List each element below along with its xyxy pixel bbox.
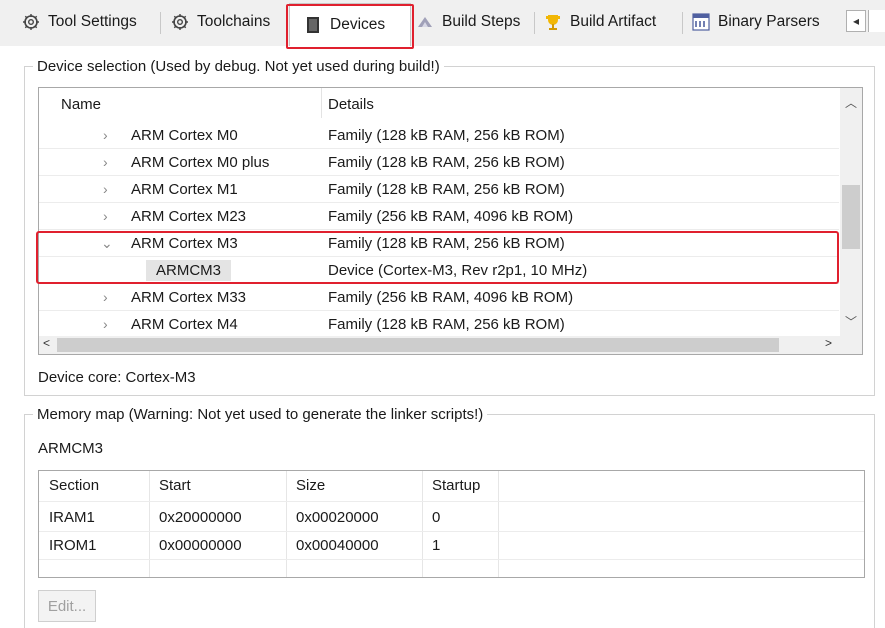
row-details: Family (256 kB RAM, 4096 kB ROM) bbox=[328, 207, 574, 225]
device-tree[interactable]: Name Details › ARM Cortex M0 Family (128… bbox=[38, 87, 863, 355]
column-header-size[interactable]: Size bbox=[296, 477, 325, 494]
tab-bar: Tool Settings Toolchains Devices Build S… bbox=[0, 0, 885, 49]
column-divider bbox=[286, 471, 287, 577]
tab-scroll-left-button[interactable]: ◂ bbox=[846, 10, 866, 32]
tab-build-artifact[interactable]: Build Artifact bbox=[536, 5, 656, 39]
scrollbar-thumb[interactable] bbox=[842, 185, 860, 249]
row-details: Family (128 kB RAM, 256 kB ROM) bbox=[328, 126, 565, 144]
tree-row[interactable]: › ARM Cortex M0 Family (128 kB RAM, 256 … bbox=[39, 122, 839, 149]
column-header-section[interactable]: Section bbox=[49, 477, 99, 494]
scroll-left-icon[interactable]: < bbox=[43, 336, 50, 350]
horizontal-scrollbar[interactable]: < > bbox=[39, 336, 862, 354]
table-cell[interactable]: 0x20000000 bbox=[159, 509, 242, 526]
trophy-icon bbox=[546, 15, 560, 30]
row-name: ARM Cortex M0 plus bbox=[131, 153, 270, 171]
table-cell[interactable]: 0x00040000 bbox=[296, 537, 379, 554]
scroll-up-icon[interactable]: ︿ bbox=[845, 94, 857, 111]
scroll-right-icon[interactable]: > bbox=[825, 336, 832, 350]
tab-divider bbox=[534, 12, 535, 34]
tab-label: Build Artifact bbox=[570, 13, 657, 30]
row-name: ARM Cortex M0 bbox=[131, 126, 238, 144]
tree-row[interactable]: › ARM Cortex M0 plus Family (128 kB RAM,… bbox=[39, 149, 839, 176]
row-details: Family (128 kB RAM, 256 kB ROM) bbox=[328, 153, 565, 171]
chevron-right-icon[interactable]: › bbox=[103, 208, 115, 224]
column-divider bbox=[422, 471, 423, 577]
column-divider bbox=[149, 471, 150, 577]
chevron-right-icon[interactable]: › bbox=[103, 289, 115, 305]
gear-icon bbox=[23, 14, 39, 30]
tree-row[interactable]: › ARM Cortex M1 Family (128 kB RAM, 256 … bbox=[39, 176, 839, 203]
scrollbar-thumb[interactable] bbox=[57, 338, 779, 352]
tab-build-steps[interactable]: Build Steps bbox=[408, 5, 520, 39]
tab-scroll-right-button[interactable] bbox=[868, 10, 885, 32]
row-highlight-box bbox=[36, 231, 839, 284]
device-core-label: Device core: Cortex-M3 bbox=[38, 369, 196, 386]
tree-header: Name Details bbox=[39, 88, 839, 120]
chevron-right-icon[interactable]: › bbox=[103, 181, 115, 197]
table-cell[interactable]: IRAM1 bbox=[49, 509, 95, 526]
tree-row[interactable]: › ARM Cortex M23 Family (256 kB RAM, 409… bbox=[39, 203, 839, 230]
tab-divider bbox=[160, 12, 161, 34]
column-divider bbox=[498, 471, 499, 577]
chevron-right-icon[interactable]: › bbox=[103, 154, 115, 170]
column-header-start[interactable]: Start bbox=[159, 477, 191, 494]
column-header-startup[interactable]: Startup bbox=[432, 477, 480, 494]
tab-tool-settings[interactable]: Tool Settings bbox=[14, 5, 137, 39]
tree-row[interactable]: › ARM Cortex M4 Family (128 kB RAM, 256 … bbox=[39, 311, 839, 338]
column-header-name[interactable]: Name bbox=[61, 96, 101, 113]
tab-label: Build Steps bbox=[442, 13, 521, 30]
memory-map-table[interactable]: Section Start Size Startup IRAM1 0x20000… bbox=[38, 470, 865, 578]
tab-toolchains[interactable]: Toolchains bbox=[163, 5, 270, 39]
build-steps-icon bbox=[418, 17, 432, 27]
edit-button[interactable]: Edit... bbox=[38, 590, 96, 622]
table-cell[interactable]: IROM1 bbox=[49, 537, 97, 554]
row-details: Family (128 kB RAM, 256 kB ROM) bbox=[328, 180, 565, 198]
chevron-right-icon[interactable]: › bbox=[103, 127, 115, 143]
gear-icon bbox=[172, 14, 188, 30]
tab-binary-parsers[interactable]: Binary Parsers bbox=[684, 5, 820, 39]
row-name: ARM Cortex M23 bbox=[131, 207, 247, 225]
row-name: ARM Cortex M1 bbox=[131, 180, 238, 198]
row-divider bbox=[39, 501, 864, 502]
row-divider bbox=[39, 531, 864, 532]
column-header-details[interactable]: Details bbox=[328, 96, 374, 113]
table-cell[interactable]: 0x00020000 bbox=[296, 509, 379, 526]
tab-label: Tool Settings bbox=[48, 13, 137, 30]
column-divider[interactable] bbox=[321, 88, 322, 118]
tab-label: Binary Parsers bbox=[718, 13, 820, 30]
vertical-scrollbar[interactable]: ︿ ﹀ bbox=[840, 88, 862, 336]
table-cell[interactable]: 0x00000000 bbox=[159, 537, 242, 554]
row-details: Family (128 kB RAM, 256 kB ROM) bbox=[328, 315, 565, 333]
tab-highlight-box bbox=[286, 4, 414, 49]
tree-row[interactable]: › ARM Cortex M33 Family (256 kB RAM, 409… bbox=[39, 284, 839, 311]
tab-divider bbox=[682, 12, 683, 34]
scroll-down-icon[interactable]: ﹀ bbox=[845, 313, 857, 330]
binary-icon bbox=[692, 13, 710, 31]
tab-label: Toolchains bbox=[197, 13, 271, 30]
row-details: Family (256 kB RAM, 4096 kB ROM) bbox=[328, 288, 574, 306]
table-cell[interactable]: 0 bbox=[432, 509, 440, 526]
row-divider bbox=[39, 559, 864, 560]
device-selection-legend: Device selection (Used by debug. Not yet… bbox=[37, 58, 440, 75]
table-cell[interactable]: 1 bbox=[432, 537, 440, 554]
tab-scroll-left-icon: ◂ bbox=[852, 14, 860, 28]
memory-map-legend: Memory map (Warning: Not yet used to gen… bbox=[37, 406, 484, 423]
chevron-right-icon[interactable]: › bbox=[103, 316, 115, 332]
memory-map-device-label: ARMCM3 bbox=[38, 440, 104, 457]
row-name: ARM Cortex M33 bbox=[131, 288, 247, 306]
row-name: ARM Cortex M4 bbox=[131, 315, 238, 333]
